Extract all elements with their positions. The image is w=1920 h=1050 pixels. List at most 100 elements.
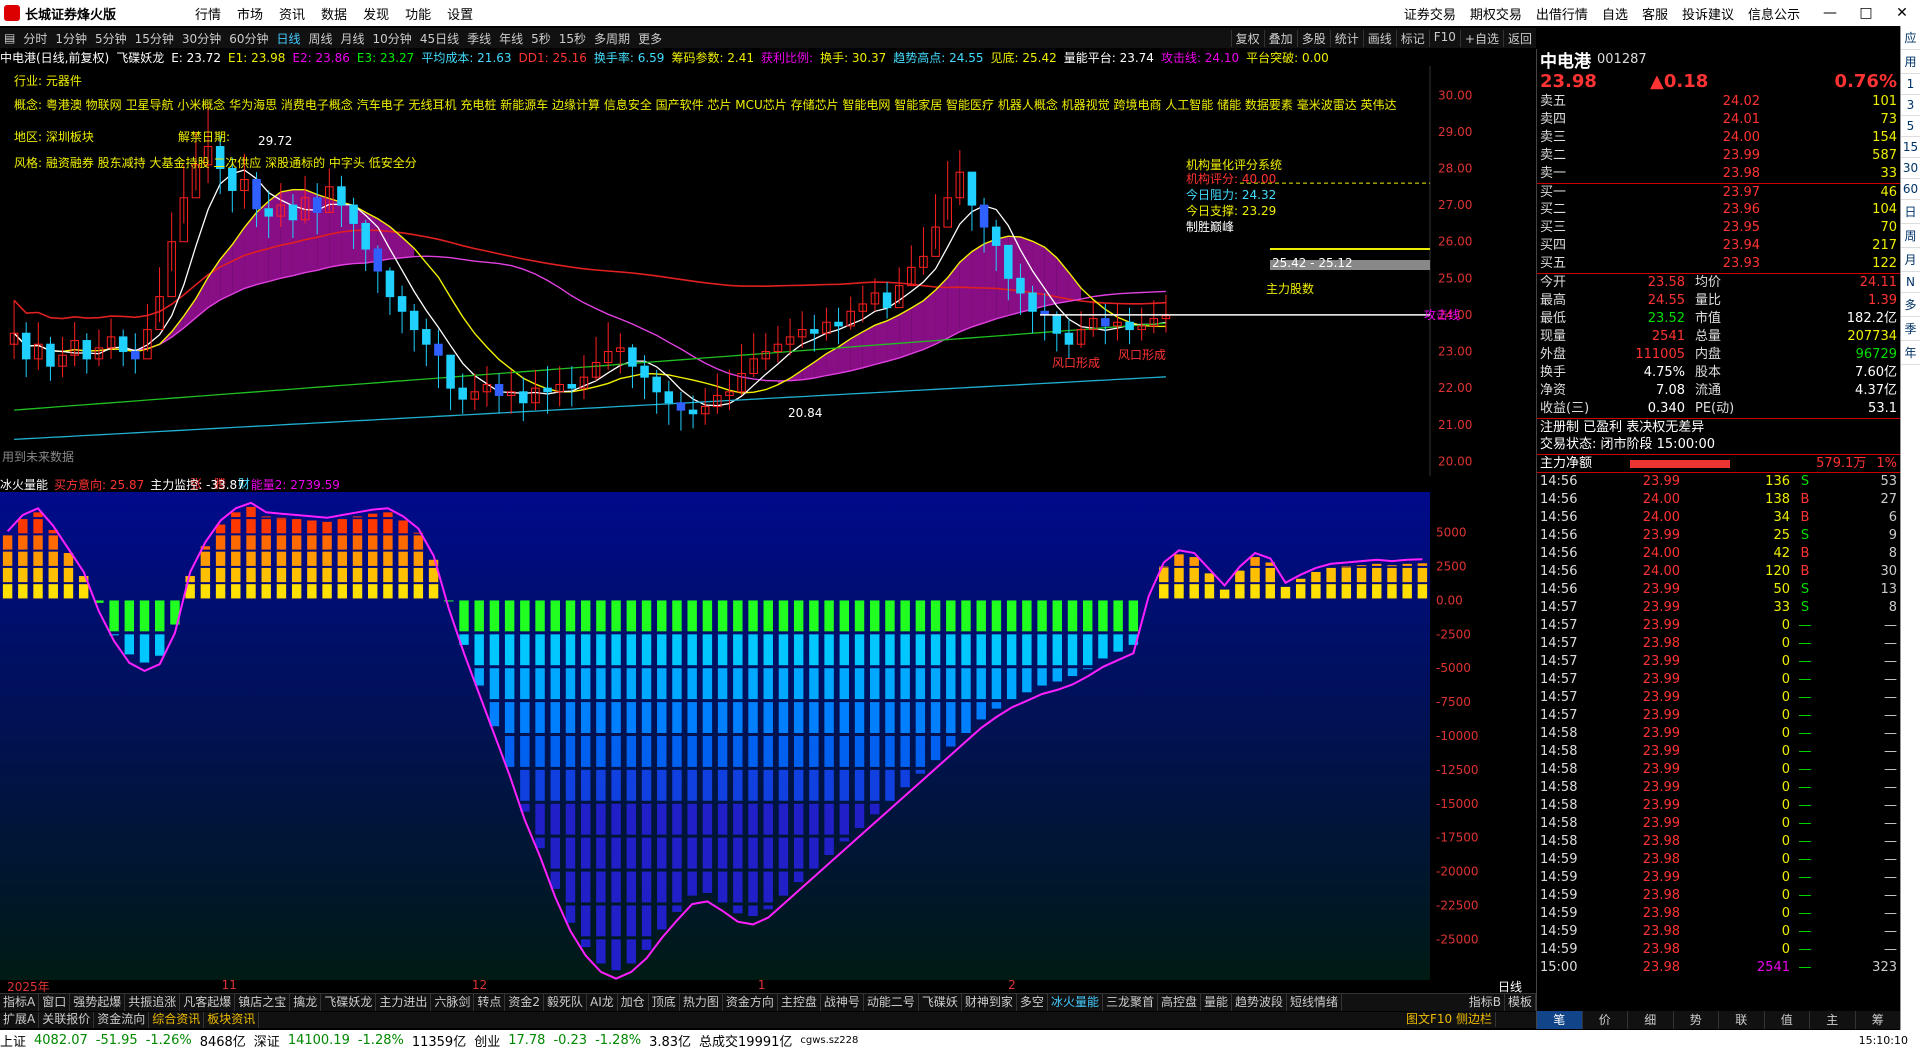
indicator-tab[interactable]: 凡客起爆 [180, 994, 236, 1011]
order-book-row[interactable]: 买五 23.93 122 [1537, 255, 1900, 273]
indicator-tab[interactable]: 六脉剑 [431, 994, 475, 1011]
indicator-tab[interactable]: 短线情绪 [1287, 994, 1343, 1011]
order-book-row[interactable]: 买四 23.94 217 [1537, 237, 1900, 255]
indicator-tab[interactable]: 主力进出 [376, 994, 432, 1011]
period-tab[interactable]: 15秒 [555, 30, 590, 47]
sh-index-name[interactable]: 上证 [0, 1031, 26, 1050]
menu-item[interactable]: 设置 [447, 8, 473, 23]
menu-item[interactable]: 行情 [195, 8, 221, 23]
close-icon[interactable]: ✕ [1884, 0, 1920, 26]
period-tab[interactable]: 日线 [272, 30, 304, 47]
order-book-row[interactable]: 买二 23.96 104 [1537, 201, 1900, 219]
sidebar-button[interactable]: 30 [1901, 158, 1920, 179]
period-tab[interactable]: 5秒 [527, 30, 555, 47]
order-book-row[interactable]: 卖一 23.98 33 [1537, 165, 1900, 183]
menu-item[interactable]: 功能 [405, 8, 431, 23]
indicator-tab[interactable]: 毅死队 [544, 994, 588, 1011]
order-book-row[interactable]: 卖五 24.02 101 [1537, 93, 1900, 111]
period-tab[interactable]: 周线 [305, 30, 337, 47]
indicator-tab[interactable]: 多空 [1017, 994, 1048, 1011]
top-link[interactable]: 投诉建议 [1682, 4, 1734, 23]
panel-tab[interactable]: 联 [1719, 1011, 1765, 1029]
indicator-tab[interactable]: 窗口 [39, 994, 71, 1011]
sz-index-name[interactable]: 深证 [254, 1031, 280, 1050]
indicator-tab[interactable]: 镇店之宝 [235, 994, 291, 1011]
sidebar-button[interactable]: 60 [1901, 179, 1920, 200]
indicator-tab[interactable]: 战神号 [821, 994, 864, 1011]
panel-tab[interactable]: 笔 [1537, 1011, 1583, 1029]
period-tab[interactable]: 15分钟 [131, 30, 178, 47]
indicator-tab[interactable]: 冰火量能 [1048, 994, 1103, 1011]
period-tab[interactable]: 60分钟 [225, 30, 272, 47]
indicator-tab[interactable]: 热力图 [680, 994, 723, 1011]
toolbar-button[interactable]: 统计 [1329, 29, 1363, 47]
period-tab[interactable]: 1分钟 [51, 30, 91, 47]
indicator-tab[interactable]: 顶底 [649, 994, 680, 1011]
panel-tab[interactable]: 主 [1810, 1011, 1856, 1029]
menu-item[interactable]: 资讯 [279, 8, 305, 23]
indicator-option[interactable]: 指标B [1466, 994, 1505, 1011]
sidebar-button[interactable]: 月 [1901, 248, 1920, 272]
period-tab[interactable]: 年线 [495, 30, 527, 47]
toolbar-button[interactable]: +自选 [1459, 29, 1503, 47]
toolbar-button[interactable]: 多股 [1296, 29, 1330, 47]
toolbar-button[interactable]: 叠加 [1263, 29, 1297, 47]
period-tab[interactable]: 45日线 [416, 30, 463, 47]
indicator-tab[interactable]: 加仓 [618, 994, 649, 1011]
extension-tab[interactable]: 资金流向 [94, 1012, 150, 1028]
order-book-row[interactable]: 卖三 24.00 154 [1537, 129, 1900, 147]
cy-index-name[interactable]: 创业 [474, 1031, 500, 1050]
period-tab[interactable]: 月线 [337, 30, 369, 47]
extension-tab[interactable]: 综合资讯 [149, 1012, 205, 1028]
panel-tab[interactable]: 势 [1674, 1011, 1719, 1029]
top-link[interactable]: 期权交易 [1470, 4, 1522, 23]
period-tab[interactable]: 季线 [463, 30, 495, 47]
indicator-tab[interactable]: 高控盘 [1158, 994, 1201, 1011]
top-link[interactable]: 信息公示 [1748, 4, 1800, 23]
ice-fire-volume-chart[interactable]: 5000 2500 0.00 -2500 -5000 -7500 -10000 -12500 -… [0, 476, 1484, 980]
top-link[interactable]: 出借行情 [1536, 4, 1588, 23]
period-tab[interactable]: 更多 [634, 30, 666, 47]
toolbar-button[interactable]: 复权 [1230, 29, 1264, 47]
indicator-tab[interactable]: 资金2 [505, 994, 545, 1011]
sidebar-button[interactable]: 多 [1901, 293, 1920, 317]
order-book-row[interactable]: 买一 23.97 46 [1537, 183, 1900, 201]
sidebar-button[interactable]: 5 [1901, 116, 1920, 137]
indicator-tab[interactable]: 飞碟妖 [919, 994, 962, 1011]
sidebar-button[interactable]: 日 [1901, 200, 1920, 224]
top-link[interactable]: 自选 [1602, 4, 1628, 23]
sidebar-button[interactable]: 季 [1901, 317, 1920, 341]
sidebar-button[interactable]: 周 [1901, 224, 1920, 248]
sidebar-button[interactable]: 1 [1901, 74, 1920, 95]
top-link[interactable]: 证券交易 [1404, 4, 1456, 23]
period-tab[interactable]: 分时 [19, 30, 51, 47]
indicator-tab[interactable]: 擒龙 [290, 994, 322, 1011]
indicator-tab[interactable]: AI龙 [587, 994, 618, 1011]
sidebar-button[interactable]: 15 [1901, 137, 1920, 158]
menu-item[interactable]: 市场 [237, 8, 263, 23]
indicator-tab[interactable]: 转点 [474, 994, 506, 1011]
panel-tab[interactable]: 细 [1628, 1011, 1674, 1029]
period-tab[interactable]: 30分钟 [178, 30, 225, 47]
sidebar-button[interactable]: N [1901, 272, 1920, 293]
order-book-row[interactable]: 卖四 24.01 73 [1537, 111, 1900, 129]
period-tab[interactable]: 5分钟 [91, 30, 131, 47]
extension-tab[interactable]: 板块资讯 [204, 1012, 260, 1028]
toolbar-menu-icon[interactable]: ▤ [0, 31, 19, 45]
sidebar-button[interactable]: 3 [1901, 95, 1920, 116]
top-link[interactable]: 客服 [1642, 4, 1668, 23]
indicator-tab[interactable]: 资金方向 [723, 994, 778, 1011]
menu-item[interactable]: 发现 [363, 8, 389, 23]
indicator-tab[interactable]: 指标A [0, 994, 40, 1011]
indicator-tab[interactable]: 强势起爆 [70, 994, 126, 1011]
period-tab[interactable]: 多周期 [590, 30, 634, 47]
maximize-icon[interactable]: □ [1848, 0, 1884, 26]
indicator-tab[interactable]: 趋势波段 [1232, 994, 1288, 1011]
period-tab[interactable]: 10分钟 [369, 30, 416, 47]
indicator-tab[interactable]: 财神到家 [962, 994, 1017, 1011]
indicator-tab[interactable]: 量能 [1201, 994, 1232, 1011]
extension-tab[interactable]: 关联报价 [39, 1012, 95, 1028]
indicator-tab[interactable]: 共振追涨 [125, 994, 181, 1011]
menu-item[interactable]: 数据 [321, 8, 347, 23]
toolbar-button[interactable]: F10 [1428, 29, 1460, 47]
